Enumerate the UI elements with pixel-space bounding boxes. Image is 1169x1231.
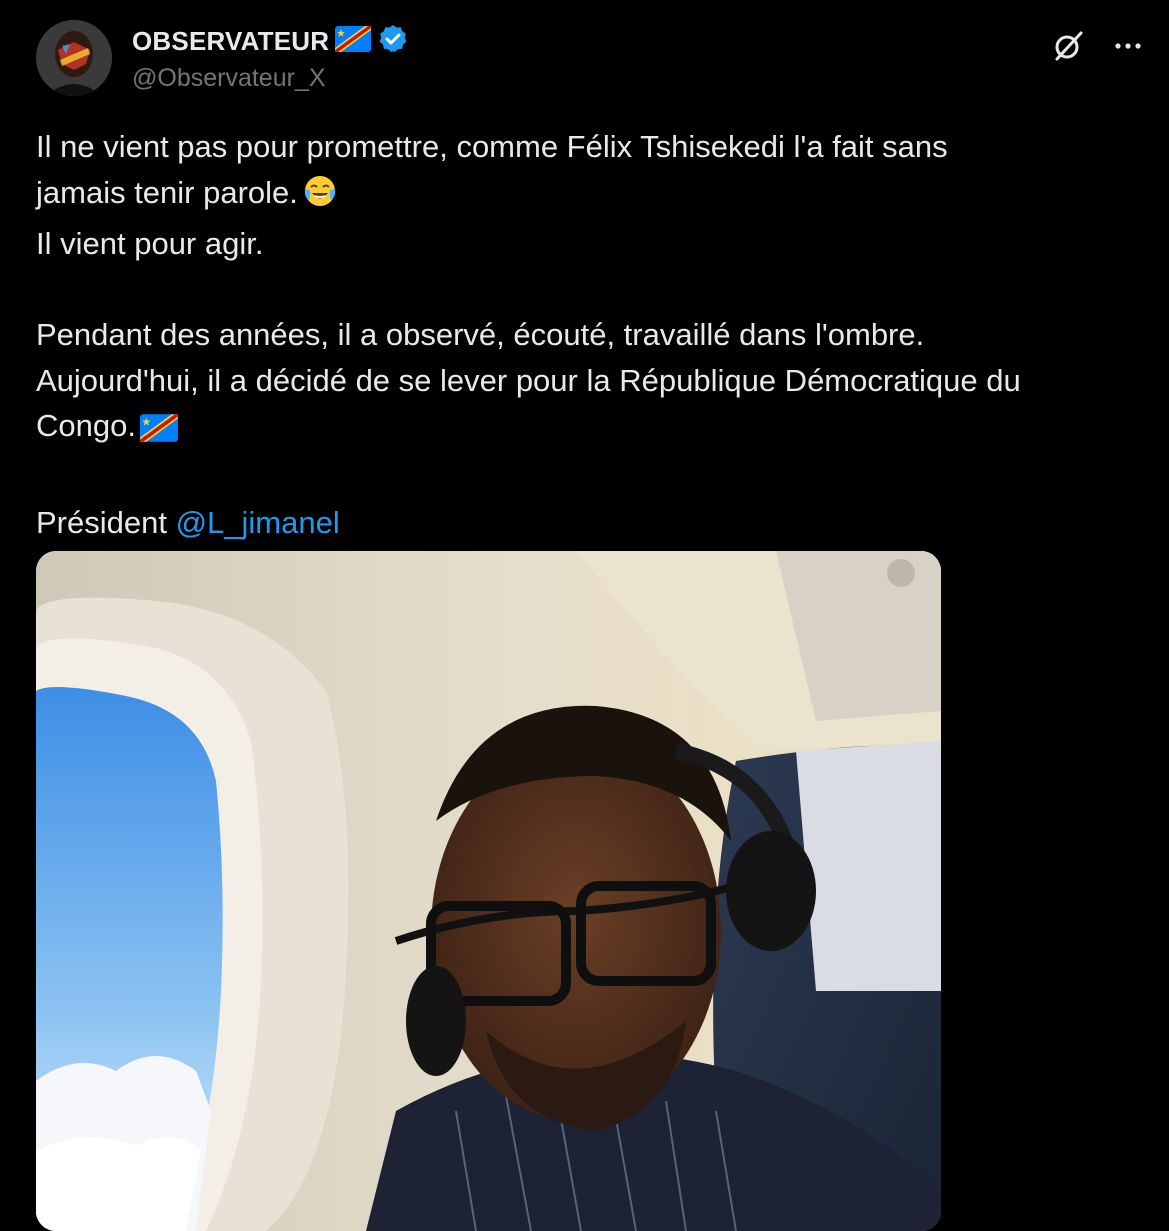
drc-flag-icon xyxy=(139,409,178,455)
tweet-media-photo[interactable] xyxy=(36,551,941,1231)
tweet-header: OBSERVATEUR @Observateur_X xyxy=(36,20,1146,100)
author-display-name[interactable]: OBSERVATEUR xyxy=(132,26,329,57)
tweet-line: Il ne vient pas pour promettre, comme Fé… xyxy=(36,129,948,164)
tweet-line: Congo. xyxy=(36,403,1136,455)
mention-link[interactable]: @L_jimanel xyxy=(176,505,340,540)
grok-icon[interactable] xyxy=(1050,28,1086,64)
tweet-line-text: jamais tenir parole. xyxy=(36,174,298,210)
author-avatar[interactable] xyxy=(36,20,112,96)
tweet-line: Aujourd'hui, il a décidé de se lever pou… xyxy=(36,362,1021,398)
tweet-line-text: Congo. xyxy=(36,408,136,443)
face-with-tears-of-joy-icon xyxy=(302,173,338,222)
tweet-line: Président @L_jimanel xyxy=(36,500,1136,546)
author-handle[interactable]: @Observateur_X xyxy=(132,64,326,93)
verified-badge-icon xyxy=(377,23,409,60)
tweet-top-actions xyxy=(1050,28,1146,64)
photo-airplane-selfie xyxy=(36,551,941,1231)
tweet-text: Il ne vient pas pour promettre, comme Fé… xyxy=(36,124,1136,546)
tweet-container: OBSERVATEUR @Observateur_X Il ne vient p… xyxy=(0,0,1169,1231)
more-icon[interactable] xyxy=(1110,28,1146,64)
drc-flag-icon xyxy=(335,25,372,57)
author-name-line: OBSERVATEUR xyxy=(132,24,409,57)
avatar-image xyxy=(36,20,112,96)
tweet-line-text: Président xyxy=(36,505,176,540)
tweet-line: Il vient pour agir. xyxy=(36,226,264,261)
tweet-line: jamais tenir parole. xyxy=(36,170,1136,222)
tweet-line: Pendant des années, il a observé, écouté… xyxy=(36,317,925,352)
